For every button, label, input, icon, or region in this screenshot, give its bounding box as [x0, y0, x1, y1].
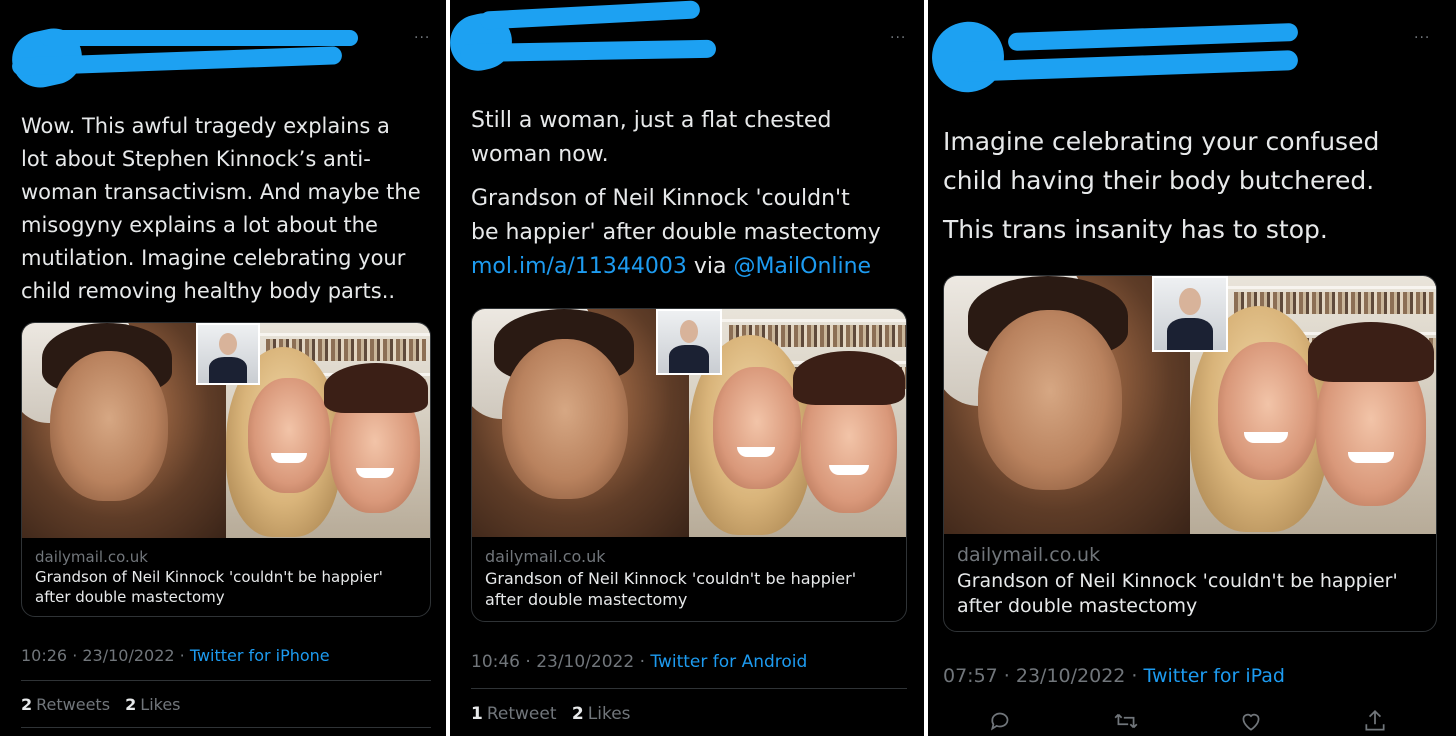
- card-title-line: after double mastectomy: [485, 589, 688, 609]
- retweet-count[interactable]: 1 Retweet: [471, 704, 557, 724]
- card-title-line: after double mastectomy: [35, 587, 225, 606]
- redacted-handle: [957, 50, 1299, 82]
- link-card[interactable]: dailymail.co.uk Grandson of Neil Kinnock…: [471, 308, 907, 622]
- tweet-timestamp: 07:57 · 23/10/2022 · Twitter for iPad: [943, 665, 1285, 687]
- divider: [21, 680, 431, 681]
- tweet-text-line: Imagine celebrating your confused: [943, 127, 1380, 156]
- tweet-text: Still a woman, just a flat chested woman…: [471, 104, 921, 284]
- more-options-icon[interactable]: ···: [414, 30, 430, 46]
- tweet-link-line: mol.im/a/11344003 via @MailOnline: [471, 250, 921, 284]
- tweet-text-line: mutilation. Imagine celebrating your: [21, 246, 406, 270]
- redacted-display-name: [1007, 22, 1299, 52]
- tweet-text-line: lot about Stephen Kinnock’s anti-: [21, 147, 371, 171]
- redacted-display-name: [479, 0, 701, 30]
- reply-icon[interactable]: [988, 708, 1014, 734]
- via-text: via: [686, 254, 734, 279]
- card-image: [22, 323, 430, 538]
- engagement-stats: 1 Retweet 2 Likes: [471, 704, 641, 724]
- card-image: [472, 309, 906, 537]
- tweet-source-link[interactable]: Twitter for iPad: [1144, 665, 1285, 687]
- share-icon[interactable]: [1362, 708, 1388, 734]
- card-image: [944, 276, 1436, 534]
- card-domain: dailymail.co.uk: [35, 548, 148, 566]
- tweet-time: 10:46 · 23/10/2022 ·: [471, 652, 651, 672]
- tweet-text-line: Wow. This awful tragedy explains a: [21, 114, 390, 138]
- link-card[interactable]: dailymail.co.uk Grandson of Neil Kinnock…: [21, 322, 431, 617]
- mention-link[interactable]: @MailOnline: [733, 254, 871, 279]
- like-icon[interactable]: [1238, 708, 1264, 734]
- card-title-line: after double mastectomy: [957, 594, 1198, 617]
- tweet-timestamp: 10:46 · 23/10/2022 · Twitter for Android: [471, 652, 807, 672]
- tweet-time: 07:57 · 23/10/2022 ·: [943, 665, 1144, 687]
- tweet-text-line: woman now.: [471, 142, 609, 167]
- divider: [21, 727, 431, 728]
- card-domain: dailymail.co.uk: [485, 547, 606, 566]
- article-link[interactable]: mol.im/a/11344003: [471, 254, 687, 279]
- engagement-stats: 2 Retweets 2 Likes: [21, 695, 191, 714]
- redacted-handle: [459, 39, 717, 63]
- card-title-line: Grandson of Neil Kinnock 'couldn't be ha…: [957, 570, 1398, 592]
- divider: [471, 688, 907, 689]
- retweet-count[interactable]: 2 Retweets: [21, 695, 110, 714]
- retweet-icon[interactable]: [1112, 708, 1140, 734]
- like-count[interactable]: 2 Likes: [572, 704, 631, 724]
- redacted-display-name: [40, 30, 358, 46]
- more-options-icon[interactable]: ···: [890, 30, 906, 46]
- tweet-text-line: misogyny explains a lot about the: [21, 213, 378, 237]
- tweet-time: 10:26 · 23/10/2022 ·: [21, 646, 190, 665]
- tweet-text-line: woman transactivism. And maybe the: [21, 180, 421, 204]
- tweet-text-line: This trans insanity has to stop.: [943, 215, 1328, 244]
- tweet-text-line: Still a woman, just a flat chested: [471, 108, 832, 133]
- tweet-screenshot-2: ··· Still a woman, just a flat chested w…: [450, 0, 924, 736]
- tweet-screenshot-3: ··· Imagine celebrating your confused ch…: [928, 0, 1456, 736]
- tweet-text-line: child removing healthy body parts..: [21, 279, 396, 303]
- tweet-screenshot-1: ··· Wow. This awful tragedy explains a l…: [0, 0, 446, 736]
- link-card[interactable]: dailymail.co.uk Grandson of Neil Kinnock…: [943, 275, 1437, 632]
- redacted-avatar: [928, 14, 1012, 100]
- tweet-timestamp: 10:26 · 23/10/2022 · Twitter for iPhone: [21, 646, 330, 665]
- tweet-text: Imagine celebrating your confused child …: [943, 122, 1453, 249]
- card-title-line: Grandson of Neil Kinnock 'couldn't be ha…: [485, 569, 857, 588]
- like-count[interactable]: 2 Likes: [125, 695, 180, 714]
- tweet-text-line: child having their body butchered.: [943, 166, 1375, 195]
- tweet-text-line: be happier' after double mastectomy: [471, 220, 881, 245]
- card-title-line: Grandson of Neil Kinnock 'couldn't be ha…: [35, 568, 383, 586]
- tweet-text: Wow. This awful tragedy explains a lot a…: [21, 110, 441, 308]
- card-domain: dailymail.co.uk: [957, 544, 1101, 566]
- tweet-text-line: Grandson of Neil Kinnock 'couldn't: [471, 186, 850, 211]
- tweet-source-link[interactable]: Twitter for iPhone: [190, 646, 330, 665]
- more-options-icon[interactable]: ···: [1414, 30, 1430, 46]
- tweet-source-link[interactable]: Twitter for Android: [650, 652, 807, 672]
